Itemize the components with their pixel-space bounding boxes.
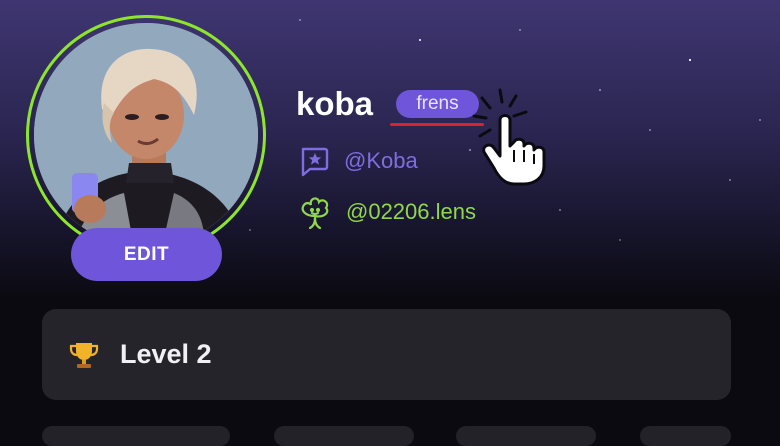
stat-card[interactable] — [640, 426, 731, 446]
avatar-ring — [26, 15, 266, 255]
profile-username: koba — [296, 85, 374, 122]
edit-profile-button[interactable]: EDIT — [71, 228, 222, 281]
level-label: Level 2 — [120, 339, 212, 369]
stat-card[interactable] — [456, 426, 596, 446]
stat-card[interactable] — [42, 426, 230, 446]
lens-plant-icon — [298, 194, 332, 230]
pointing-hand-cursor-icon — [472, 88, 546, 186]
stat-card[interactable] — [274, 426, 414, 446]
social-handle[interactable]: @Koba — [344, 148, 418, 174]
avatar-illustration — [34, 23, 258, 247]
trophy-icon — [68, 339, 100, 371]
lens-row[interactable]: @02206.lens — [298, 194, 476, 230]
avatar[interactable] — [34, 23, 258, 247]
message-star-icon — [298, 145, 330, 177]
level-card[interactable]: Level 2 — [42, 309, 731, 400]
handle-row[interactable]: @Koba — [298, 145, 418, 177]
lens-handle[interactable]: @02206.lens — [346, 199, 476, 225]
frens-badge[interactable]: frens — [396, 90, 479, 118]
